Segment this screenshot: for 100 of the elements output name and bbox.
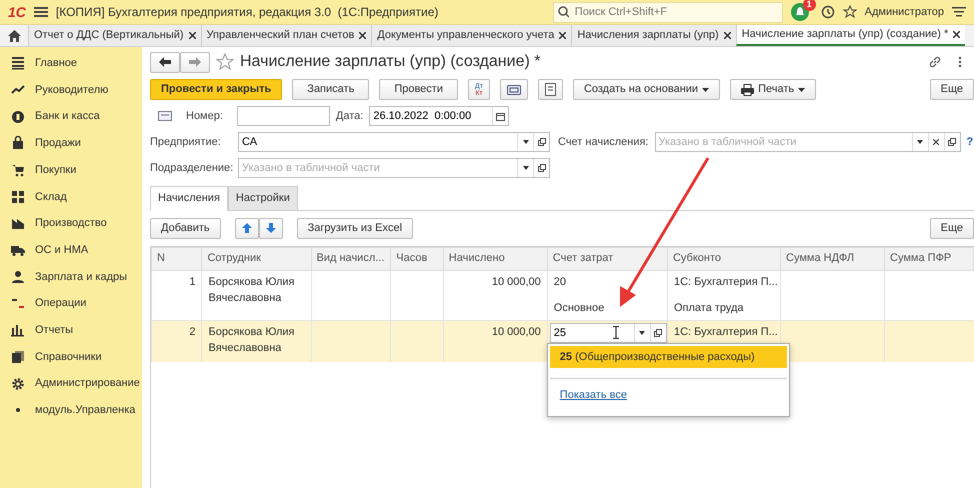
sidebar-item[interactable]: модуль.Управленка [35,402,136,419]
arrow-down-icon [266,223,276,233]
date-field[interactable]: 26.10.2022 0:00:00 [369,106,510,126]
field-label: Счет начисления: [558,134,648,150]
card-button[interactable] [500,79,528,100]
create-based-on-button[interactable]: Создать на основании [572,79,720,100]
more-button[interactable]: Еще [930,218,974,238]
post-and-close-button[interactable]: Провести и закрыть [150,79,282,100]
column-header[interactable]: N [157,252,165,264]
star-icon[interactable] [842,5,857,19]
dropdown-caret-icon[interactable] [522,166,528,170]
search-input[interactable]: Поиск Ctrl+Shift+F [572,2,778,22]
cart-icon [11,163,25,178]
account-field[interactable]: Указано в табличной части [654,132,960,152]
upload-button[interactable]: Загрузить из Excel [296,218,414,238]
tab[interactable]: Начисление зарплаты (упр) (создание) * [736,25,966,46]
comment-icon[interactable] [158,111,172,121]
dropdown-caret-icon[interactable] [522,140,528,144]
menu-icon[interactable] [34,6,48,18]
close-icon[interactable] [953,31,960,38]
document-button[interactable] [538,79,563,100]
dropdown-item[interactable]: 25 (Общепроизводственные расходы) [550,346,787,368]
back-button[interactable] [150,52,180,72]
sidebar-item[interactable]: Склад [35,188,67,206]
ledger-icon [11,296,25,311]
clear-icon[interactable] [933,139,939,145]
sidebar-item[interactable]: ОС и НМА [35,242,88,258]
text-input[interactable]: 25 [550,324,612,342]
close-icon[interactable] [359,32,366,39]
bag-icon [11,136,25,150]
open-icon[interactable] [538,164,546,172]
sidebar-item[interactable]: Зарплата и кадры [35,268,128,286]
history-icon[interactable] [820,5,835,19]
division-field[interactable]: Указано в табличной части [238,158,550,178]
sidebar-item[interactable]: Отчеты [35,322,74,338]
link-icon[interactable] [928,55,942,69]
toolbar-button[interactable]: Провести [379,79,458,100]
toolbar-button[interactable]: Записать [292,79,370,100]
print-button[interactable]: Печать [730,79,816,100]
table-cell: 10 000,00 [492,276,541,288]
close-icon[interactable] [559,32,566,39]
table-cell-text: Оплата труда [674,301,745,316]
more-icon[interactable] [958,56,962,68]
add-button[interactable]: Добавить [150,218,221,238]
printer-icon [741,84,754,96]
close-icon[interactable] [724,32,731,39]
text-input[interactable]: Указано в табличной части [656,133,912,151]
settings-icon[interactable] [952,6,966,18]
text-cursor-icon [612,326,620,339]
sidebar-item[interactable]: Справочники [35,348,102,366]
sidebar-item[interactable]: Производство [35,215,107,232]
open-icon[interactable] [538,138,546,146]
field-label: Подразделение: [150,160,232,176]
caret-icon [702,88,710,92]
tab[interactable]: Начисления зарплаты (упр) [571,25,736,46]
table-cell-text: 1С: Бухгалтерия П... [674,274,774,290]
field-label: Номер: [186,108,223,124]
user-name[interactable]: Администратор [864,4,944,20]
star-icon[interactable] [216,53,234,71]
arrow-right-icon [189,57,201,67]
enterprise-field[interactable]: СА [238,132,550,152]
gear-icon [11,376,25,391]
home-icon[interactable] [8,30,20,42]
window-title: [КОПИЯ] Бухгалтерия предприятия, редакция 3.0 (1С:Предприятие) [56,4,438,21]
account-input[interactable]: 25 [550,322,667,342]
tab[interactable]: Начисления [150,186,228,210]
arrow-up-icon [242,223,252,233]
tab[interactable]: Настройки [228,186,298,210]
sidebar-item[interactable]: Главное [35,55,78,72]
sidebar-item[interactable]: Покупки [35,162,76,178]
close-icon[interactable] [188,32,196,39]
document-title: Начисление зарплаты (упр) (создание) * [240,52,540,72]
list-icon [11,56,25,70]
tab[interactable]: Управленческий план счетов [200,25,372,46]
open-icon[interactable] [654,328,662,336]
text-input[interactable]: Указано в табличной части [239,159,517,177]
dropdown-caret-icon[interactable] [917,140,923,144]
text-input[interactable]: СА [239,133,517,151]
move-up-button[interactable] [234,218,259,238]
help-link[interactable]: ? [966,134,974,150]
app-logo: 1С [8,2,26,22]
sidebar-item[interactable]: Руководителю [35,82,108,98]
more-button[interactable]: Еще [930,79,974,100]
dropdown-caret-icon[interactable] [639,330,646,334]
search-field[interactable]: Поиск Ctrl+Shift+F [552,2,783,22]
open-icon[interactable] [948,138,956,146]
calendar-icon[interactable] [496,112,506,120]
tab[interactable]: Документы управленческого учета [371,25,572,46]
tab[interactable]: Отчет о ДДС (Вертикальный) [28,25,201,46]
field-label: Дата: [336,108,364,124]
sidebar-item[interactable]: Операции [35,295,86,312]
sidebar-item[interactable]: Администрирование [35,375,140,392]
text-input[interactable]: 26.10.2022 0:00:00 [370,107,492,125]
search-icon [558,6,569,18]
sidebar-item[interactable]: Банк и касса [35,108,100,125]
move-down-button[interactable] [258,218,283,238]
table-cell-text: Борсякова Юлия Вячеславовна [208,324,296,356]
sidebar-item[interactable]: Продажи [35,135,81,152]
show-all-link[interactable]: Показать все [560,389,627,401]
table-cell-text: Основное [554,301,606,316]
